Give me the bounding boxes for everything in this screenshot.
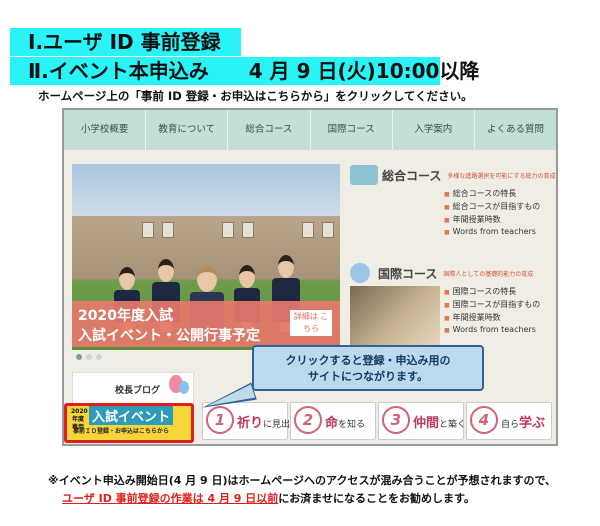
nav-item-faq[interactable]: よくある質問 (475, 110, 556, 150)
banner-line1: 2020年度入試 (78, 308, 173, 324)
number-circle-icon: 2 (294, 406, 322, 434)
event-banner[interactable]: 2020年度入試 入試イベント・公開行事予定 詳細は こちら (72, 301, 340, 347)
globe-icon (350, 263, 370, 283)
virtue-suffix: 自ら (501, 420, 520, 430)
banner-detail-button[interactable]: 詳細は こちら (290, 310, 332, 336)
kokusai-link-features[interactable]: 国際コースの特長 (444, 286, 540, 299)
event-button-title: 入試イベント (89, 406, 174, 425)
kokusai-link-goals[interactable]: 国際コースが目指すもの (444, 299, 541, 312)
site-nav: 小学校概要 教育について 総合コース 国際コース 入学案内 よくある質問 (64, 110, 556, 150)
virtue-card-4[interactable]: 4 自ら学ぶ (466, 402, 552, 440)
virtue-keyword: 仲間 (413, 416, 440, 431)
balloon-icon (179, 381, 189, 394)
carousel-dot[interactable] (76, 354, 82, 360)
note-line2: ユーザ ID 事前登録の作業は 4 月 9 日以前にお済ませになることをお勧めし… (62, 490, 475, 506)
event-registration-button[interactable]: 2020 年度 専用 入試イベント 事前ＩＤ登録・お申込はこちらから (64, 403, 194, 443)
note-rest: にお済ませになることをお勧めします。 (278, 492, 475, 505)
book-icon (350, 165, 378, 185)
sogo-link-hours[interactable]: 年間授業時数 (444, 214, 540, 227)
note-line1: ※イベント申込み開始日(4 月 9 日)はホームページへのアクセスが混み合うこと… (48, 474, 557, 487)
nav-item-kokusai[interactable]: 国際コース (311, 110, 393, 150)
sogo-subtitle: 多様な進路選択を可能にする総力の育成 (447, 172, 556, 180)
carousel-dot[interactable] (96, 354, 102, 360)
nav-item-sogo[interactable]: 総合コース (228, 110, 311, 150)
callout-box: クリックすると登録・申込み用の サイトにつながります。 (252, 345, 484, 391)
sogo-title[interactable]: 総合コース (382, 167, 441, 184)
sogo-link-features[interactable]: 総合コースの特長 (444, 188, 540, 201)
virtue-card-2[interactable]: 2 命を知る (290, 402, 376, 440)
carousel-dot[interactable] (86, 354, 92, 360)
kokusai-link-words[interactable]: Words from teachers (444, 325, 540, 338)
website-screenshot: 小学校概要 教育について 総合コース 国際コース 入学案内 よくある質問 202… (62, 108, 558, 446)
note-highlight: ユーザ ID 事前登録の作業は 4 月 9 日以前 (62, 492, 279, 505)
virtue-keyword: 祈り (237, 416, 264, 431)
kokusai-link-hours[interactable]: 年間授業時数 (444, 312, 540, 325)
banner-line2: 入試イベント・公開行事予定 (78, 328, 260, 344)
number-circle-icon: 4 (470, 406, 498, 434)
virtue-suffix: と築く (439, 420, 467, 430)
nav-item-admission[interactable]: 入学案内 (393, 110, 475, 150)
classroom-photo (350, 188, 440, 258)
nav-item-education[interactable]: 教育について (146, 110, 229, 150)
kokusai-title[interactable]: 国際コース (378, 265, 437, 282)
sogo-link-goals[interactable]: 総合コースが目指すもの (444, 201, 541, 214)
virtue-keyword: 命 (325, 416, 339, 431)
number-circle-icon: 3 (382, 406, 410, 434)
nav-item-overview[interactable]: 小学校概要 (64, 110, 147, 150)
sogo-section: 総合コース 多様な進路選択を可能にする総力の育成 総合コースの特長 総合コースが… (350, 162, 556, 258)
callout-line2: サイトにつながります。 (308, 370, 428, 383)
virtue-card-3[interactable]: 3 仲間と築く (378, 402, 467, 440)
virtue-keyword: 学ぶ (519, 416, 546, 431)
step2-heading: Ⅱ.イベント本申込み 4 月 9 日(火)10:00以降 (10, 57, 479, 85)
kokusai-subtitle: 国際人としての基礎的能力の育成 (443, 270, 534, 278)
sogo-link-words[interactable]: Words from teachers (444, 227, 540, 240)
event-button-subtitle: 事前ＩＤ登録・お申込はこちらから (73, 428, 170, 435)
blog-title: 校長ブログ (115, 386, 161, 396)
kokusai-section: 国際コース 国際人としての基礎的能力の育成 国際コースの特長 国際コースが目指す… (350, 260, 556, 356)
hero-photo: 2020年度入試 入試イベント・公開行事予定 詳細は こちら (72, 164, 340, 350)
virtue-suffix: を知る (338, 420, 366, 430)
step1-heading: Ⅰ.ユーザ ID 事前登録 (10, 28, 241, 56)
instruction-text: ホームページ上の「事前 ID 登録・お申込はこちらから」をクリックしてください。 (38, 89, 473, 103)
callout-line1: クリックすると登録・申込み用の (285, 354, 451, 367)
